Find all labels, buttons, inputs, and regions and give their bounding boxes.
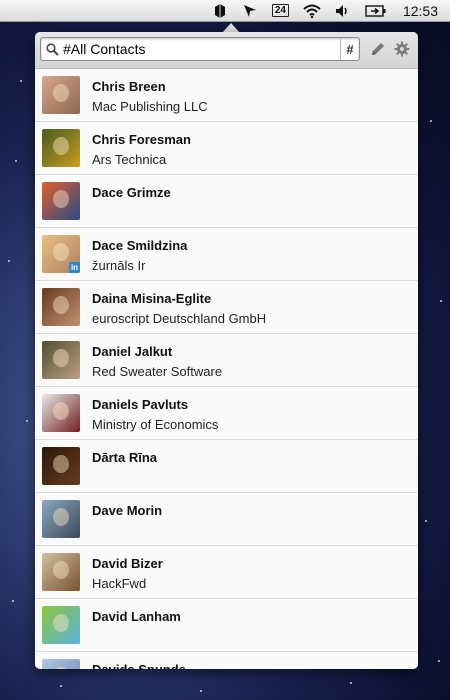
contact-avatar (42, 553, 80, 591)
gear-icon[interactable] (394, 41, 410, 62)
contact-name: David Lanham (92, 609, 181, 624)
contact-avatar (42, 288, 80, 326)
avatar-face (53, 614, 69, 632)
contact-name: Chris Breen (92, 79, 166, 94)
contact-row[interactable]: David Lanham (35, 599, 418, 652)
calendar-date: 24 (271, 4, 289, 17)
contact-row[interactable]: Daniel Jalkut Red Sweater Software (35, 334, 418, 387)
avatar-face (53, 508, 69, 526)
popover-toolbar: # (35, 32, 418, 69)
volume-icon[interactable] (335, 0, 351, 22)
contact-row[interactable]: Dace Grimze (35, 175, 418, 228)
avatar-face (53, 667, 69, 669)
contact-row[interactable]: Chris Foresman Ars Technica (35, 122, 418, 175)
contact-avatar (42, 129, 80, 167)
contact-avatar (42, 394, 80, 432)
contact-row[interactable]: David Bizer HackFwd (35, 546, 418, 599)
contact-row[interactable]: Chris Breen Mac Publishing LLC (35, 69, 418, 122)
pencil-icon[interactable] (370, 41, 386, 62)
avatar-face (53, 455, 69, 473)
contact-name: Daniel Jalkut (92, 344, 173, 359)
avatar-face (53, 561, 69, 579)
avatar-face (53, 137, 69, 155)
menubar-clock[interactable]: 12:53 (403, 3, 438, 19)
contact-avatar (42, 447, 80, 485)
contact-organization: Ministry of Economics (92, 417, 219, 432)
avatar-face (53, 84, 69, 102)
avatar-face (53, 349, 69, 367)
contact-name: David Bizer (92, 556, 163, 571)
contact-avatar (42, 500, 80, 538)
contact-name: Chris Foresman (92, 132, 191, 147)
contact-name: Daina Misina-Eglite (92, 291, 212, 306)
contact-organization: HackFwd (92, 576, 147, 591)
menu-bar: 24 12:53 (0, 0, 450, 22)
contact-name: Dace Smildzina (92, 238, 188, 253)
contact-organization: euroscript Deutschland GmbH (92, 311, 267, 326)
contact-name: Davids Spunde (92, 662, 186, 669)
linkedin-badge-icon: in (69, 262, 80, 273)
location-arrow-icon[interactable] (242, 0, 258, 22)
search-input[interactable] (63, 41, 340, 57)
contact-name: Daniels Pavluts (92, 397, 189, 412)
wifi-icon[interactable] (303, 0, 321, 22)
battery-icon[interactable] (365, 0, 387, 22)
contacts-popover: # Chris Breen Mac Publishing LLC Chris For… (35, 32, 418, 669)
contact-avatar (42, 341, 80, 379)
contact-name: Dave Morin (92, 503, 163, 518)
avatar-face (53, 190, 69, 208)
contact-row[interactable]: Dave Morin (35, 493, 418, 546)
contact-row[interactable]: Daina Misina-Eglite euroscript Deutschlan… (35, 281, 418, 334)
contact-organization: Red Sweater Software (92, 364, 223, 379)
contact-row[interactable]: Davids Spunde (35, 652, 418, 669)
contact-avatar (42, 76, 80, 114)
contact-avatar (42, 182, 80, 220)
contact-row[interactable]: Daniels Pavluts Ministry of Economics (35, 387, 418, 440)
contact-organization: žurnāls Ir (92, 258, 146, 273)
calendar-date-icon[interactable]: 24 (271, 0, 289, 22)
avatar-face (53, 296, 69, 314)
contact-avatar (42, 606, 80, 644)
contact-organization: Mac Publishing LLC (92, 99, 208, 114)
contacts-app-icon[interactable] (212, 0, 228, 22)
avatar-face (53, 402, 69, 420)
contact-avatar (42, 659, 80, 669)
contact-organization: Ars Technica (92, 152, 167, 167)
search-field[interactable]: # (40, 37, 360, 61)
contact-row[interactable]: in Dace Smildzina žurnāls Ir (35, 228, 418, 281)
avatar-face (53, 243, 69, 261)
contact-avatar: in (42, 235, 80, 273)
contact-list[interactable]: Chris Breen Mac Publishing LLC Chris Fores… (35, 69, 418, 669)
contact-name: Dace Grimze (92, 185, 171, 200)
contact-row[interactable]: Dārta Rīna (35, 440, 418, 493)
search-icon (41, 42, 63, 56)
contact-name: Dārta Rīna (92, 450, 158, 465)
group-hash-button[interactable]: # (340, 38, 359, 60)
